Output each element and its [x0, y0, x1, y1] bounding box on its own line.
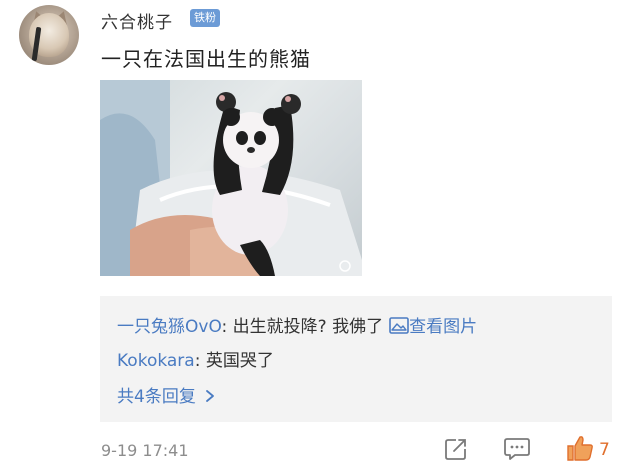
post-text: 一只在法国出生的熊猫 [101, 47, 311, 71]
view-image-link[interactable]: 查看图片 [409, 317, 477, 337]
thumbs-up-icon[interactable] [566, 434, 594, 462]
more-replies-label[interactable]: 共4条回复 [117, 387, 201, 407]
reply-username[interactable]: 一只兔猻OvO [117, 317, 222, 337]
avatar[interactable] [19, 5, 79, 65]
reply-username[interactable]: Kokokara [117, 351, 195, 371]
chevron-right-icon [206, 390, 215, 402]
reply-panel: 一只兔猻OvO: 出生就投降? 我佛了 查看图片 Kokokara: 英国哭了 … [100, 296, 612, 422]
reply-item: 一只兔猻OvO: 出生就投降? 我佛了 查看图片 [117, 312, 477, 337]
post-image[interactable] [100, 80, 362, 276]
image-icon[interactable] [389, 317, 409, 334]
reply-item: Kokokara: 英国哭了 [117, 346, 274, 371]
comment-icon[interactable] [504, 437, 530, 461]
like-count: 7 [599, 440, 610, 460]
share-icon[interactable] [444, 437, 468, 461]
more-replies-link[interactable]: 共4条回复 [117, 382, 215, 407]
reply-text: 英国哭了 [205, 351, 274, 371]
reply-text: 出生就投降? 我佛了 [232, 317, 384, 337]
timestamp: 9-19 17:41 [101, 441, 189, 460]
reply-separator: : [194, 351, 206, 371]
fan-badge: 铁粉 [190, 9, 220, 27]
reply-separator: : [221, 317, 233, 337]
username[interactable]: 六合桃子 [101, 8, 173, 33]
